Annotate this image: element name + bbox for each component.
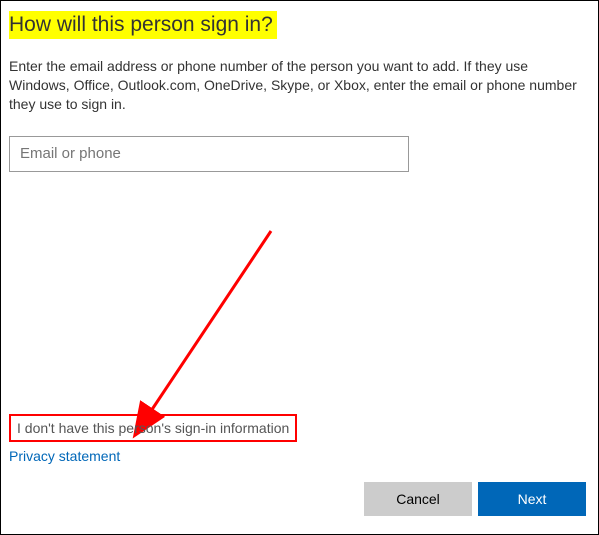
cancel-button[interactable]: Cancel [364, 482, 472, 516]
arrow-annotation-icon [121, 221, 301, 441]
privacy-statement-link[interactable]: Privacy statement [9, 448, 297, 464]
no-signin-info-link[interactable]: I don't have this person's sign-in infor… [9, 414, 297, 442]
dialog-button-row: Cancel Next [364, 482, 586, 516]
email-phone-input[interactable] [9, 136, 409, 172]
instruction-text: Enter the email address or phone number … [9, 57, 588, 114]
next-button[interactable]: Next [478, 482, 586, 516]
bottom-links-area: I don't have this person's sign-in infor… [9, 414, 297, 464]
dialog-heading: How will this person sign in? [9, 11, 277, 39]
add-user-dialog: How will this person sign in? Enter the … [1, 1, 598, 534]
